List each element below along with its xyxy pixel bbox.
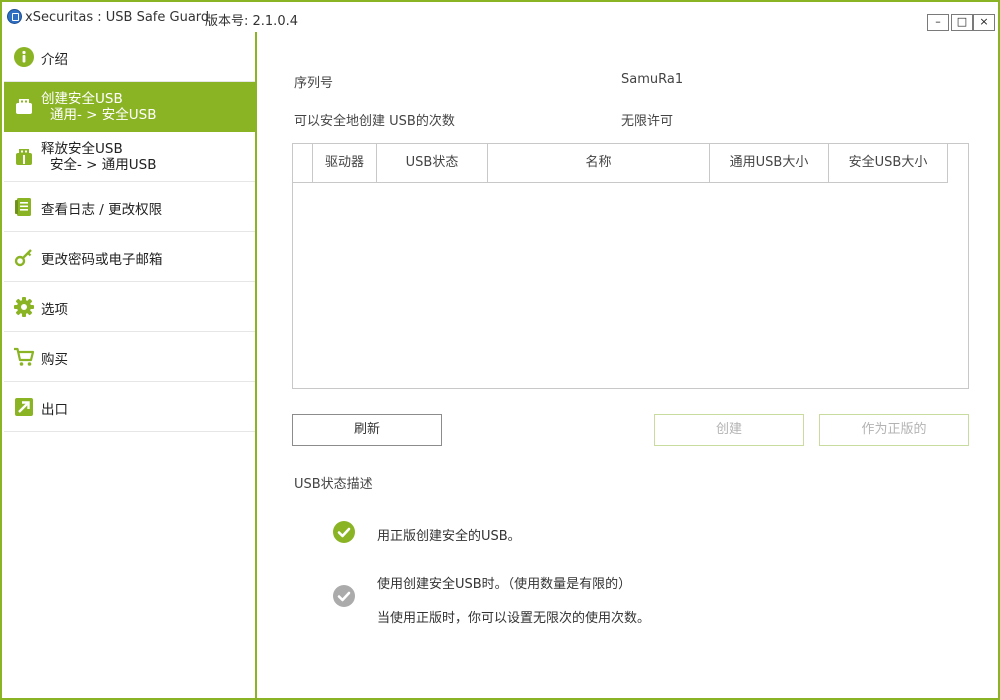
table-header-general-usb-size[interactable]: 通用USB大小 — [710, 144, 829, 183]
cart-icon — [13, 346, 35, 368]
status-description-title: USB状态描述 — [294, 477, 373, 492]
log-icon — [13, 196, 35, 218]
usb-icon — [13, 96, 35, 118]
trial-status-note: 当使用正版时，你可以设置无限次的使用次数。 — [377, 611, 651, 626]
trial-status-text: 使用创建安全USB时。（使用数量是有限的） — [377, 577, 632, 592]
sidebar-item-buy[interactable]: 购买 — [4, 332, 255, 382]
sidebar-item-intro[interactable]: 介绍 — [4, 32, 255, 82]
info-icon — [13, 46, 35, 68]
table-header-usb-status[interactable]: USB状态 — [377, 144, 488, 183]
create-count-value: 无限许可 — [621, 114, 674, 129]
sidebar-item-label: 创建安全USB 通用- > 安全USB — [41, 91, 156, 123]
sidebar-item-change-password[interactable]: 更改密码或电子邮箱 — [4, 232, 255, 282]
table-header-drive[interactable]: 驱动器 — [313, 144, 377, 183]
usb-release-icon — [13, 146, 35, 168]
sidebar-item-title: 创建安全USB — [41, 91, 123, 107]
sidebar: 介绍 创建安全USB 通用- > 安全USB 释放安全USB 安全- > 通用U… — [2, 32, 255, 698]
main-panel: 序列号 SamuRa1 可以安全地创建 USB的次数 无限许可 驱动器 USB状… — [257, 32, 998, 698]
title-bar[interactable]: xSecuritas : USB Safe Guard 版本号: 2.1.0.4… — [2, 2, 998, 32]
sidebar-item-label: 介绍 — [41, 52, 68, 68]
as-licensed-button[interactable]: 作为正版的 — [819, 414, 969, 446]
exit-icon — [13, 396, 35, 418]
minimize-button[interactable]: – — [927, 14, 949, 31]
green-check-icon — [333, 521, 355, 543]
app-title: xSecuritas : USB Safe Guard — [25, 10, 210, 25]
sidebar-item-label: 更改密码或电子邮箱 — [41, 252, 163, 268]
sidebar-item-exit[interactable]: 出口 — [4, 382, 255, 432]
sidebar-item-release-secure-usb[interactable]: 释放安全USB 安全- > 通用USB — [4, 132, 255, 182]
gray-check-icon — [333, 585, 355, 607]
serial-label: 序列号 — [294, 76, 334, 91]
key-icon — [13, 246, 35, 268]
refresh-button[interactable]: 刷新 — [292, 414, 442, 446]
create-count-label: 可以安全地创建 USB的次数 — [294, 114, 455, 129]
app-version: 版本号: 2.1.0.4 — [205, 14, 298, 29]
usb-drive-table[interactable]: 驱动器 USB状态 名称 通用USB大小 安全USB大小 — [292, 143, 969, 389]
app-window: xSecuritas : USB Safe Guard 版本号: 2.1.0.4… — [0, 0, 1000, 700]
sidebar-item-options[interactable]: 选项 — [4, 282, 255, 332]
gear-icon — [13, 296, 35, 318]
table-header-select — [293, 144, 313, 183]
table-header-name[interactable]: 名称 — [488, 144, 710, 183]
sidebar-item-label: 出口 — [41, 402, 68, 418]
sidebar-item-title: 释放安全USB — [41, 141, 123, 157]
serial-value: SamuRa1 — [621, 72, 684, 87]
licensed-status-text: 用正版创建安全的USB。 — [377, 529, 521, 544]
sidebar-item-subtitle: 安全- > 通用USB — [50, 157, 157, 173]
sidebar-item-create-secure-usb[interactable]: 创建安全USB 通用- > 安全USB — [4, 82, 255, 132]
app-lock-icon — [7, 9, 22, 24]
sidebar-item-label: 释放安全USB 安全- > 通用USB — [41, 141, 156, 173]
table-header: 驱动器 USB状态 名称 通用USB大小 安全USB大小 — [293, 144, 948, 183]
table-header-secure-usb-size[interactable]: 安全USB大小 — [829, 144, 948, 183]
close-button[interactable]: × — [973, 14, 995, 31]
maximize-button[interactable]: □ — [951, 14, 973, 31]
sidebar-item-label: 购买 — [41, 352, 68, 368]
sidebar-item-label: 选项 — [41, 302, 68, 318]
sidebar-item-label: 查看日志 / 更改权限 — [41, 202, 163, 218]
create-button[interactable]: 创建 — [654, 414, 804, 446]
sidebar-item-view-logs[interactable]: 查看日志 / 更改权限 — [4, 182, 255, 232]
sidebar-item-subtitle: 通用- > 安全USB — [50, 107, 157, 123]
